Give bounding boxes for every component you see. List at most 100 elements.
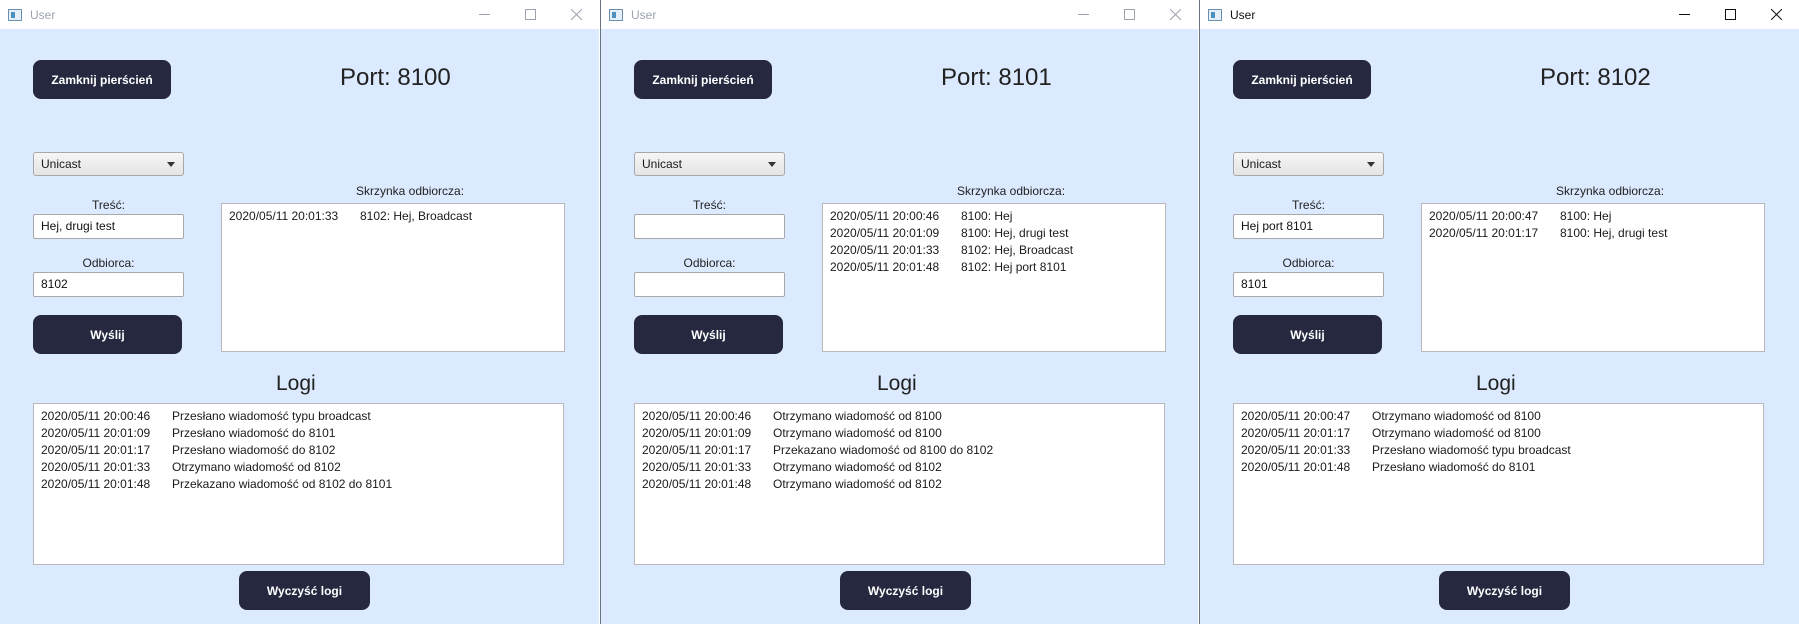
- inbox-item[interactable]: 2020/05/11 20:00:46 8100: Hej: [830, 208, 1158, 225]
- send-button[interactable]: Wyślij: [634, 315, 783, 354]
- log-item[interactable]: 2020/05/11 20:01:33 Przesłano wiadomość …: [1241, 442, 1756, 459]
- log-item-timestamp: 2020/05/11 20:01:33: [41, 460, 151, 474]
- inbox-label: Skrzynka odbiorcza:: [1556, 184, 1665, 198]
- inbox-item-message: 8102: Hej, Broadcast: [961, 243, 1074, 257]
- clear-logs-button[interactable]: Wyczyść logi: [1439, 571, 1570, 610]
- mode-select-value: Unicast: [1241, 157, 1282, 171]
- log-item-message: Przesłano wiadomość do 8101: [172, 426, 336, 440]
- inbox-list[interactable]: 2020/05/11 20:00:46 8100: Hej 2020/05/11…: [822, 203, 1166, 352]
- content-input[interactable]: Hej port 8101: [1233, 214, 1384, 239]
- user-window-0: User Zamknij pierścień Port: 8100 Unicas…: [0, 0, 599, 624]
- clear-logs-button[interactable]: Wyczyść logi: [840, 571, 971, 610]
- logs-list[interactable]: 2020/05/11 20:00:46 Otrzymano wiadomość …: [634, 403, 1165, 565]
- mode-select[interactable]: Unicast: [634, 152, 785, 176]
- log-item-timestamp: 2020/05/11 20:01:33: [642, 460, 752, 474]
- recipient-label: Odbiorca:: [683, 256, 736, 270]
- chevron-down-icon: [1367, 162, 1375, 167]
- log-item-message: Otrzymano wiadomość od 8100: [773, 409, 942, 423]
- close-icon[interactable]: [1152, 0, 1198, 29]
- inbox-list[interactable]: 2020/05/11 20:01:33 8102: Hej, Broadcast: [221, 203, 565, 352]
- logs-title: Logi: [877, 372, 917, 395]
- log-item-message: Przesłano wiadomość typu broadcast: [1372, 443, 1571, 457]
- log-item[interactable]: 2020/05/11 20:00:47 Otrzymano wiadomość …: [1241, 408, 1756, 425]
- log-item-timestamp: 2020/05/11 20:01:48: [1241, 460, 1351, 474]
- log-item[interactable]: 2020/05/11 20:01:17 Przekazano wiadomość…: [642, 442, 1157, 459]
- mode-select-value: Unicast: [41, 157, 82, 171]
- port-label: Port: 8101: [941, 64, 1052, 91]
- recipient-input[interactable]: 8102: [33, 272, 184, 297]
- inbox-item[interactable]: 2020/05/11 20:01:33 8102: Hej, Broadcast: [229, 208, 557, 225]
- log-item-message: Przesłano wiadomość do 8101: [1372, 460, 1536, 474]
- window-title: User: [631, 7, 657, 22]
- inbox-item-timestamp: 2020/05/11 20:00:47: [1429, 209, 1539, 223]
- logs-title: Logi: [276, 372, 316, 395]
- minimize-icon[interactable]: [1060, 0, 1106, 29]
- inbox-item[interactable]: 2020/05/11 20:01:33 8102: Hej, Broadcast: [830, 242, 1158, 259]
- window-controls: [461, 0, 599, 29]
- send-button[interactable]: Wyślij: [33, 315, 182, 354]
- app-window-icon: [1208, 8, 1222, 21]
- inbox-item[interactable]: 2020/05/11 20:01:17 8100: Hej, drugi tes…: [1429, 225, 1757, 242]
- inbox-item-message: 8102: Hej port 8101: [961, 260, 1067, 274]
- close-ring-button[interactable]: Zamknij pierścień: [33, 60, 171, 99]
- log-item[interactable]: 2020/05/11 20:01:09 Otrzymano wiadomość …: [642, 425, 1157, 442]
- content-input[interactable]: [634, 214, 785, 239]
- close-icon[interactable]: [553, 0, 599, 29]
- mode-select[interactable]: Unicast: [33, 152, 184, 176]
- inbox-label: Skrzynka odbiorcza:: [957, 184, 1066, 198]
- close-ring-button[interactable]: Zamknij pierścień: [634, 60, 772, 99]
- maximize-icon[interactable]: [1106, 0, 1152, 29]
- log-item-message: Przesłano wiadomość typu broadcast: [172, 409, 371, 423]
- log-item[interactable]: 2020/05/11 20:01:48 Otrzymano wiadomość …: [642, 476, 1157, 493]
- window-title: User: [1230, 7, 1256, 22]
- content-input[interactable]: Hej, drugi test: [33, 214, 184, 239]
- log-item[interactable]: 2020/05/11 20:00:46 Przesłano wiadomość …: [41, 408, 556, 425]
- inbox-item-message: 8100: Hej, drugi test: [961, 226, 1069, 240]
- inbox-item-message: 8100: Hej: [961, 209, 1013, 223]
- close-icon[interactable]: [1753, 0, 1799, 29]
- minimize-icon[interactable]: [1661, 0, 1707, 29]
- inbox-item-timestamp: 2020/05/11 20:01:48: [830, 260, 940, 274]
- log-item[interactable]: 2020/05/11 20:01:17 Przesłano wiadomość …: [41, 442, 556, 459]
- close-ring-button[interactable]: Zamknij pierścień: [1233, 60, 1371, 99]
- content-label: Treść:: [1292, 198, 1325, 212]
- log-item-message: Przekazano wiadomość od 8100 do 8102: [773, 443, 994, 457]
- user-window-1: User Zamknij pierścień Port: 8101 Unicas…: [600, 0, 1198, 624]
- clear-logs-button[interactable]: Wyczyść logi: [239, 571, 370, 610]
- log-item[interactable]: 2020/05/11 20:01:33 Otrzymano wiadomość …: [642, 459, 1157, 476]
- inbox-item-timestamp: 2020/05/11 20:01:33: [229, 209, 339, 223]
- log-item[interactable]: 2020/05/11 20:01:48 Przesłano wiadomość …: [1241, 459, 1756, 476]
- log-item[interactable]: 2020/05/11 20:00:46 Otrzymano wiadomość …: [642, 408, 1157, 425]
- content-label: Treść:: [693, 198, 726, 212]
- send-button[interactable]: Wyślij: [1233, 315, 1382, 354]
- logs-list[interactable]: 2020/05/11 20:00:47 Otrzymano wiadomość …: [1233, 403, 1764, 565]
- minimize-icon[interactable]: [461, 0, 507, 29]
- log-item-message: Przesłano wiadomość do 8102: [172, 443, 336, 457]
- log-item-timestamp: 2020/05/11 20:01:33: [1241, 443, 1351, 457]
- maximize-icon[interactable]: [507, 0, 553, 29]
- maximize-icon[interactable]: [1707, 0, 1753, 29]
- title-bar[interactable]: User: [601, 0, 1198, 29]
- inbox-item-message: 8100: Hej: [1560, 209, 1612, 223]
- mode-select[interactable]: Unicast: [1233, 152, 1384, 176]
- title-bar[interactable]: User: [1200, 0, 1799, 29]
- log-item[interactable]: 2020/05/11 20:01:48 Przekazano wiadomość…: [41, 476, 556, 493]
- log-item-timestamp: 2020/05/11 20:01:09: [41, 426, 151, 440]
- inbox-item-timestamp: 2020/05/11 20:01:09: [830, 226, 940, 240]
- log-item[interactable]: 2020/05/11 20:01:33 Otrzymano wiadomość …: [41, 459, 556, 476]
- recipient-input[interactable]: 8101: [1233, 272, 1384, 297]
- logs-list[interactable]: 2020/05/11 20:00:46 Przesłano wiadomość …: [33, 403, 564, 565]
- recipient-input[interactable]: [634, 272, 785, 297]
- inbox-item[interactable]: 2020/05/11 20:00:47 8100: Hej: [1429, 208, 1757, 225]
- port-label: Port: 8102: [1540, 64, 1651, 91]
- inbox-item[interactable]: 2020/05/11 20:01:09 8100: Hej, drugi tes…: [830, 225, 1158, 242]
- inbox-item[interactable]: 2020/05/11 20:01:48 8102: Hej port 8101: [830, 259, 1158, 276]
- inbox-label: Skrzynka odbiorcza:: [356, 184, 465, 198]
- log-item[interactable]: 2020/05/11 20:01:17 Otrzymano wiadomość …: [1241, 425, 1756, 442]
- log-item[interactable]: 2020/05/11 20:01:09 Przesłano wiadomość …: [41, 425, 556, 442]
- title-bar[interactable]: User: [0, 0, 599, 29]
- content-label: Treść:: [92, 198, 125, 212]
- log-item-timestamp: 2020/05/11 20:00:46: [41, 409, 151, 423]
- inbox-list[interactable]: 2020/05/11 20:00:47 8100: Hej 2020/05/11…: [1421, 203, 1765, 352]
- log-item-timestamp: 2020/05/11 20:00:47: [1241, 409, 1351, 423]
